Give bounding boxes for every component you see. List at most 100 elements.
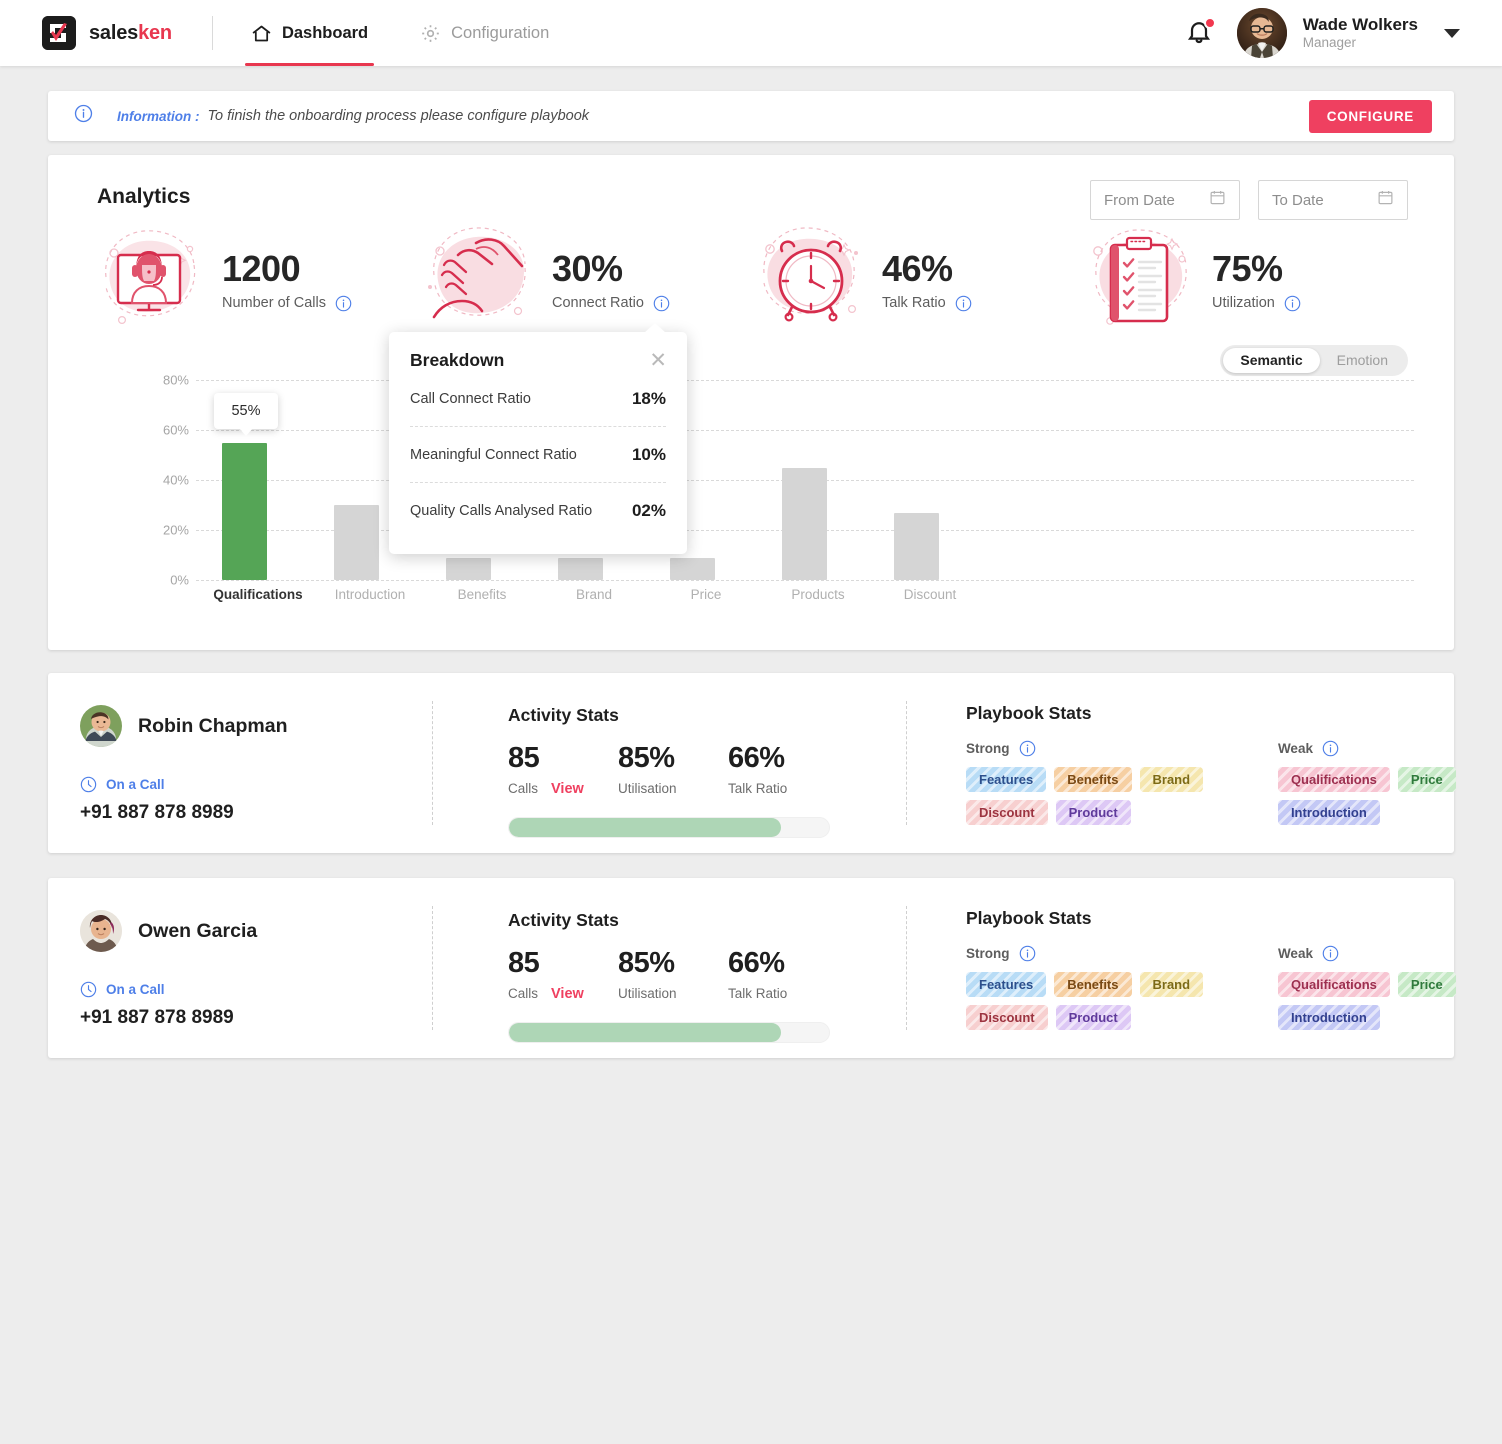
avatar[interactable] [1236, 8, 1287, 58]
activity-stats: Activity Stats 85 Calls View 85% Utilisa… [508, 705, 838, 838]
chart-bar-label: Discount [903, 587, 957, 602]
chevron-down-icon[interactable] [1444, 28, 1460, 38]
from-date-input[interactable]: From Date [1090, 180, 1240, 220]
card-divider [906, 906, 907, 1030]
view-calls-link[interactable]: View [551, 986, 584, 1002]
chart-y-tick: 0% [170, 572, 189, 588]
chart-bar[interactable] [334, 505, 379, 580]
playbook-weak-header: Weak [1278, 945, 1476, 962]
chart-value-tooltip: 55% [214, 392, 278, 436]
playbook-tag[interactable]: Discount [966, 1005, 1048, 1030]
nav-item-dashboard[interactable]: Dashboard [244, 0, 375, 66]
stat-talk-ratio: 66% Talk Ratio [728, 744, 838, 797]
playbook-tag[interactable]: Benefits [1054, 972, 1132, 997]
breakdown-row-value: 18% [631, 388, 666, 408]
toggle-option-semantic[interactable]: Semantic [1223, 348, 1320, 373]
playbook-tag[interactable]: Introduction [1277, 800, 1380, 825]
info-circle-icon[interactable] [335, 295, 352, 312]
info-circle-icon[interactable] [1019, 740, 1036, 757]
playbook-tag[interactable]: Product [1055, 800, 1131, 825]
info-circle-icon[interactable] [1284, 295, 1301, 312]
playbook-weak-header: Weak [1278, 740, 1476, 757]
playbook-tag[interactable]: Brand [1139, 767, 1204, 792]
clock-icon [80, 776, 97, 793]
info-circle-icon[interactable] [1322, 740, 1339, 757]
kpi-connect-ratio-value: 30% [552, 248, 623, 290]
kpi-connect-ratio-text: 30% Connect Ratio [552, 250, 670, 312]
user-role: Manager [1302, 35, 1357, 51]
kpi-connect-ratio: 30% Connect Ratio [422, 225, 752, 337]
stat-utilisation-label: Utilisation [618, 986, 677, 1001]
toggle-option-emotion[interactable]: Emotion [1320, 348, 1405, 373]
chart-bar[interactable] [222, 442, 267, 580]
nav-item-configuration[interactable]: Configuration [416, 0, 553, 66]
notifications-button[interactable] [1185, 17, 1216, 48]
stat-talk-ratio-value: 66% [728, 947, 785, 979]
stat-calls: 85 Calls View [508, 947, 618, 1003]
brand-name: salesken [89, 22, 172, 45]
view-calls-link[interactable]: View [551, 781, 584, 797]
avatar[interactable] [80, 910, 122, 952]
chart-bar-label: Qualifications [213, 587, 303, 602]
playbook-tag[interactable]: Qualifications [1277, 972, 1390, 997]
chart-bar-label: Benefits [457, 587, 507, 602]
chart-bar-label: Products [791, 587, 845, 602]
playbook-strong-label: Strong [966, 946, 1010, 961]
playbook-tag[interactable]: Features [966, 972, 1047, 997]
playbook-tag[interactable]: Price [1397, 972, 1456, 997]
clock-icon [80, 981, 97, 998]
playbook-tag[interactable]: Price [1397, 767, 1456, 792]
stat-calls: 85 Calls View [508, 744, 618, 798]
playbook-strong-tags: Features Benefits Brand Discount Product [966, 972, 1266, 1030]
agent-name: Robin Chapman [138, 714, 288, 737]
configure-button[interactable]: CONFIGURE [1308, 99, 1432, 133]
breakdown-header: Breakdown ✕ [389, 332, 687, 371]
chart-bar[interactable] [446, 557, 491, 580]
stat-talk-ratio: 66% Talk Ratio [728, 949, 838, 1002]
playbook-tag[interactable]: Features [966, 767, 1047, 792]
agent-header: Robin Chapman [80, 705, 410, 747]
chart-bar-label: Brand [575, 587, 613, 602]
info-circle-icon[interactable] [653, 295, 670, 312]
playbook-tag[interactable]: Brand [1139, 972, 1204, 997]
playbook-tag[interactable]: Discount [966, 800, 1048, 825]
kpi-connect-ratio-label: Connect Ratio [552, 295, 644, 312]
playbook-bar-chart: 0% 20% 40% 60% 80% Qualifications 55% Introduc… [48, 373, 1454, 620]
kpi-talk-ratio-label: Talk Ratio [882, 295, 946, 312]
gear-icon [420, 23, 441, 44]
stat-calls-value: 85 [508, 947, 540, 979]
breakdown-popover: Breakdown ✕ Call Connect Ratio 18% Meani… [389, 323, 687, 554]
info-circle-icon[interactable] [1322, 945, 1339, 962]
agent-phone: +91 887 878 8989 [80, 802, 234, 823]
agent-name: Owen Garcia [138, 919, 258, 942]
playbook-tag[interactable]: Introduction [1277, 1005, 1380, 1030]
playbook-tag[interactable]: Qualifications [1277, 767, 1390, 792]
chart-bar[interactable] [782, 467, 827, 580]
chart-bar-slot[interactable]: Discount [874, 380, 986, 602]
playbook-tag[interactable]: Benefits [1054, 767, 1132, 792]
kpi-number-of-calls-sub: Number of Calls [222, 295, 352, 312]
chart-bar[interactable] [894, 512, 939, 580]
avatar[interactable] [80, 705, 122, 747]
chart-bar-slot[interactable]: Products [762, 380, 874, 602]
playbook-stats-title: Playbook Stats [966, 908, 1092, 928]
user-menu[interactable]: Wade Wolkers Manager [1303, 14, 1418, 52]
kpi-utilization-label: Utilization [1212, 295, 1275, 312]
chart-bar[interactable] [670, 557, 715, 580]
chart-bar[interactable] [558, 557, 603, 580]
kpi-utilization: 75% Utilization [1082, 225, 1412, 337]
notification-badge [1203, 17, 1216, 29]
top-bar-right: Wade Wolkers Manager [1185, 8, 1460, 58]
close-icon[interactable]: ✕ [649, 350, 667, 371]
playbook-tag[interactable]: Product [1055, 1005, 1131, 1030]
brand-logo[interactable]: salesken [42, 16, 172, 50]
stat-utilisation: 85% Utilisation [618, 744, 728, 797]
info-circle-icon [74, 104, 93, 128]
agent-card: Owen Garcia On a Call +91 887 878 8989 A… [48, 878, 1456, 1058]
chart-gridline [196, 580, 1414, 581]
to-date-input[interactable]: To Date [1258, 180, 1408, 220]
chart-bar-slot[interactable]: Qualifications 55% [202, 380, 314, 602]
alarm-clock-illustration [752, 225, 870, 337]
info-circle-icon[interactable] [955, 295, 972, 312]
info-circle-icon[interactable] [1019, 945, 1036, 962]
